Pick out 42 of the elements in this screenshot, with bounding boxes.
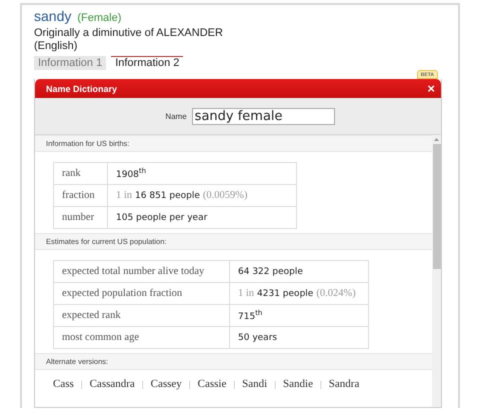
value-text: 4231 people [257, 289, 314, 299]
gender-label: (Female) [77, 12, 122, 24]
muted-text: (0.0059%) [202, 190, 248, 201]
value-text: 16 851 people [135, 191, 200, 201]
name-link[interactable]: Cassandra [90, 378, 135, 390]
separator-text: | [80, 379, 83, 389]
close-button[interactable]: × [427, 82, 435, 95]
muted-text: 1 in [116, 190, 132, 201]
separator-text: | [233, 379, 236, 389]
table-cell: expected total number alive today [54, 260, 230, 282]
separator-text: | [274, 379, 276, 389]
separator-text: | [188, 379, 191, 389]
name-link[interactable]: Cassie [198, 378, 226, 390]
muted-text: 1 in [238, 288, 254, 299]
value-text: 1908$^{th}$ [116, 170, 146, 180]
name-link[interactable]: Cassey [150, 378, 182, 390]
name-link[interactable]: Sandi [242, 378, 268, 390]
dialog-title: Name Dictionary [46, 84, 118, 94]
table-cell: most common age [54, 326, 230, 348]
name-label: Name [165, 112, 187, 120]
table-cell: number [54, 206, 108, 228]
name-link[interactable]: Sandra [328, 378, 360, 390]
value-text: 50 years [238, 333, 278, 343]
value-text: 105 people per year [116, 213, 208, 223]
value-text: 64 322 people [238, 267, 303, 277]
table-cell: expected rank [54, 304, 230, 326]
name-link[interactable]: Sandie [283, 378, 313, 390]
separator-text: | [320, 379, 322, 389]
muted-text: (0.024%) [316, 288, 356, 299]
tab[interactable]: Information 1 [34, 56, 106, 70]
table-cell: expected population fraction [54, 282, 230, 304]
language-text: (English) [34, 40, 78, 53]
separator-text: | [142, 379, 144, 389]
name-title: sandy [34, 8, 72, 24]
value-text: 715$^{th}$ [238, 312, 262, 322]
table-cell: fraction [54, 184, 108, 206]
table-cell: rank [54, 162, 108, 184]
scrollbar[interactable] [432, 135, 441, 407]
name-link[interactable]: Cass [53, 378, 74, 390]
name-input-field[interactable]: sandy female [192, 108, 335, 124]
scroll-thumb[interactable] [432, 144, 440, 269]
description-text: Originally a diminutive of ALEXANDER [34, 27, 224, 40]
